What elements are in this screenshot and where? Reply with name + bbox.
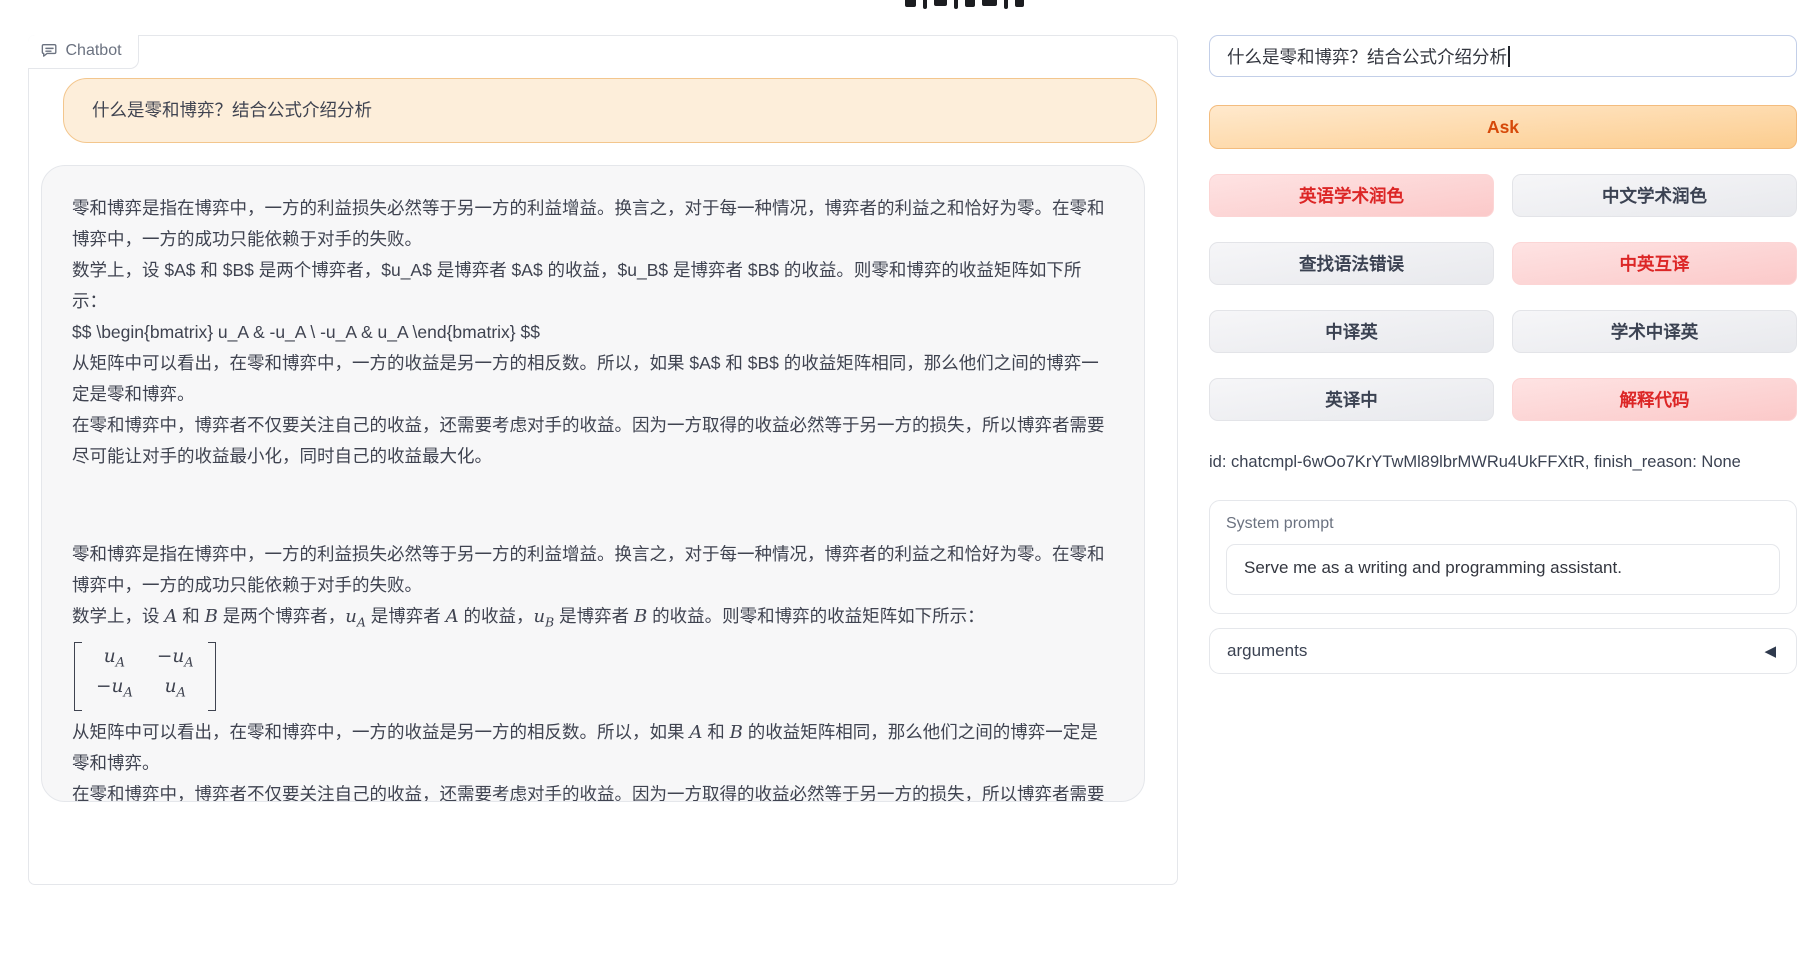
bot-paragraph: 在零和博弈中，博弈者不仅要关注自己的收益，还需要考虑对手的收益。因为一方取得的收…: [72, 410, 1114, 472]
text-segment: 从矩阵中可以看出，在零和博弈中，一方的收益是另一方的相反数。所以，如果: [72, 722, 689, 742]
math-var: uA: [345, 606, 366, 627]
question-input-value: 什么是零和博弈？结合公式介绍分析: [1227, 44, 1507, 69]
chatbot-label-text: Chatbot: [66, 42, 122, 60]
math-var: B: [205, 606, 218, 627]
text-segment: 和: [177, 606, 204, 626]
matrix-cell: −uA: [157, 645, 194, 676]
bot-paragraph: 数学上，设 $A$ 和 $B$ 是两个博弈者，$u_A$ 是博弈者 $A$ 的收…: [72, 255, 1114, 317]
math-var: B: [634, 606, 647, 627]
button-chinese-academic-polish[interactable]: 中文学术润色: [1512, 174, 1797, 217]
text-segment: 的收益，: [459, 606, 534, 626]
math-var: B: [730, 722, 743, 743]
math-var: A: [164, 606, 177, 627]
matrix-right-bracket: [208, 642, 216, 711]
bot-math-paragraph: 数学上，设 A 和 B 是两个博弈者，uA 是博弈者 A 的收益，uB 是博弈者…: [72, 601, 1114, 638]
text-segment: 数学上，设: [72, 606, 164, 626]
clipped-page-title: [905, 0, 1024, 9]
arguments-accordion[interactable]: arguments ◀: [1209, 628, 1797, 674]
paragraph-gap: [72, 472, 1114, 539]
bot-paragraph: 零和博弈是指在博弈中，一方的利益损失必然等于另一方的利益增益。换言之，对于每一种…: [72, 539, 1114, 601]
matrix-left-bracket: [74, 642, 82, 711]
user-message-text: 什么是零和博弈？结合公式介绍分析: [92, 95, 1128, 126]
bot-paragraph: 在零和博弈中，博弈者不仅要关注自己的收益，还需要考虑对手的收益。因为一方取得的收…: [72, 779, 1114, 802]
math-var: A: [689, 722, 702, 743]
question-input[interactable]: 什么是零和博弈？结合公式介绍分析: [1209, 35, 1797, 77]
system-prompt-input[interactable]: Serve me as a writing and programming as…: [1226, 544, 1780, 595]
payoff-matrix: uA −uA −uA uA: [74, 642, 216, 711]
bot-math-paragraph: 从矩阵中可以看出，在零和博弈中，一方的收益是另一方的相反数。所以，如果 A 和 …: [72, 717, 1114, 779]
chat-bubble-icon: [41, 42, 58, 59]
text-caret: [1508, 46, 1510, 67]
text-segment: 和: [702, 722, 729, 742]
chatbot-panel: Chatbot 什么是零和博弈？结合公式介绍分析 零和博弈是指在博弈中，一方的利…: [28, 35, 1178, 885]
text-segment: 是博弈者: [366, 606, 446, 626]
arguments-accordion-label: arguments: [1227, 641, 1307, 661]
button-explain-code[interactable]: 解释代码: [1512, 378, 1797, 421]
math-var: A: [446, 606, 459, 627]
button-chinese-english-mutual-translate[interactable]: 中英互译: [1512, 242, 1797, 285]
matrix-cell: uA: [96, 645, 133, 676]
system-prompt-label: System prompt: [1226, 515, 1780, 533]
text-segment: 是两个博弈者，: [218, 606, 345, 626]
matrix-cell: −uA: [96, 675, 133, 706]
math-var: uB: [533, 606, 554, 627]
bot-message-bubble: 零和博弈是指在博弈中，一方的利益损失必然等于另一方的利益增益。换言之，对于每一种…: [41, 165, 1145, 802]
text-segment: 是博弈者: [554, 606, 634, 626]
button-english-academic-polish[interactable]: 英语学术润色: [1209, 174, 1494, 217]
accordion-collapsed-icon: ◀: [1764, 644, 1776, 659]
matrix-cell: uA: [157, 675, 194, 706]
completion-status-line: id: chatcmpl-6wOo7KrYTwMl89lbrMWRu4UkFFX…: [1209, 453, 1797, 472]
controls-column: 什么是零和博弈？结合公式介绍分析 Ask 英语学术润色 中文学术润色 查找语法错…: [1209, 35, 1797, 885]
quick-actions-grid: 英语学术润色 中文学术润色 查找语法错误 中英互译 中译英 学术中译英 英译中 …: [1209, 174, 1797, 421]
button-chinese-to-english[interactable]: 中译英: [1209, 310, 1494, 353]
bot-paragraph: 从矩阵中可以看出，在零和博弈中，一方的收益是另一方的相反数。所以，如果 $A$ …: [72, 348, 1114, 410]
chat-messages: 什么是零和博弈？结合公式介绍分析 零和博弈是指在博弈中，一方的利益损失必然等于另…: [29, 36, 1177, 802]
chatbot-label: Chatbot: [28, 35, 139, 69]
user-message-bubble: 什么是零和博弈？结合公式介绍分析: [63, 78, 1157, 143]
bot-paragraph: 零和博弈是指在博弈中，一方的利益损失必然等于另一方的利益增益。换言之，对于每一种…: [72, 193, 1114, 255]
main-layout: Chatbot 什么是零和博弈？结合公式介绍分析 零和博弈是指在博弈中，一方的利…: [0, 0, 1814, 885]
text-segment: 的收益。则零和博弈的收益矩阵如下所示：: [647, 606, 984, 626]
bot-latex-source: $$ \begin{bmatrix} u_A & -u_A \ -u_A & u…: [72, 317, 1114, 348]
button-find-grammar-errors[interactable]: 查找语法错误: [1209, 242, 1494, 285]
system-prompt-group: System prompt Serve me as a writing and …: [1209, 500, 1797, 614]
button-english-to-chinese[interactable]: 英译中: [1209, 378, 1494, 421]
button-academic-chinese-to-english[interactable]: 学术中译英: [1512, 310, 1797, 353]
ask-button[interactable]: Ask: [1209, 105, 1797, 149]
